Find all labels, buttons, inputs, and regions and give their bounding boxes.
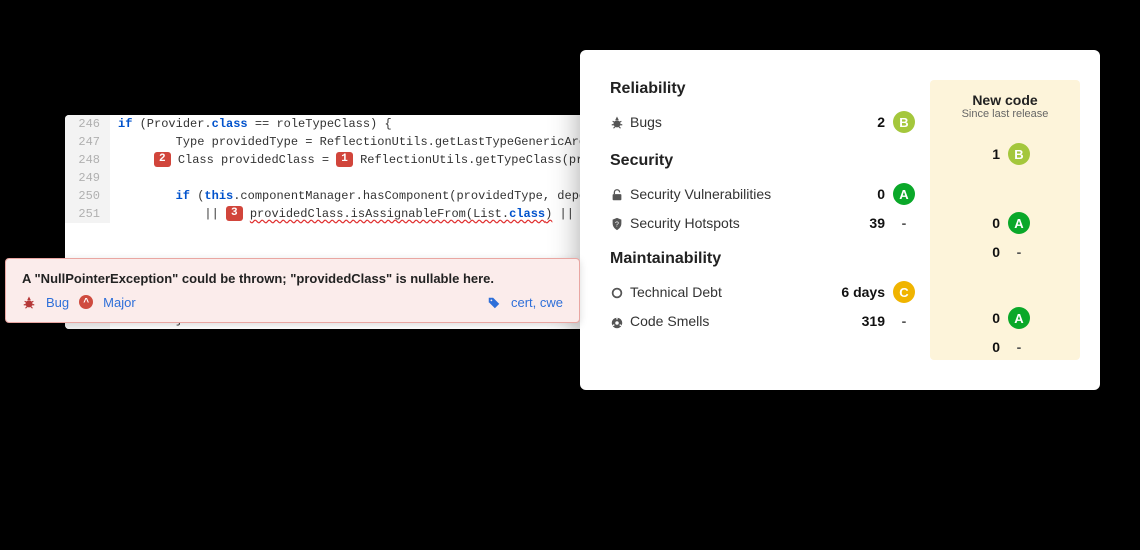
- line-number: 250: [65, 187, 110, 205]
- new-code-vulnerabilities[interactable]: 0 A: [930, 207, 1080, 239]
- issue-box[interactable]: A "NullPointerException" could be thrown…: [5, 258, 580, 323]
- grade-none: -: [893, 313, 915, 329]
- bug-icon: [610, 114, 630, 130]
- code-line-247: 247 Type providedType = ReflectionUtils.…: [65, 133, 585, 151]
- grade-badge: B: [893, 111, 915, 133]
- new-code-debt[interactable]: 0 A: [930, 302, 1080, 334]
- issue-location-badge[interactable]: 1: [336, 152, 353, 167]
- grade-none: -: [893, 215, 915, 231]
- issue-severity-link[interactable]: Major: [103, 295, 136, 310]
- metric-value: 319: [840, 313, 885, 329]
- section-security: Security: [610, 152, 915, 170]
- new-code-subtitle: Since last release: [930, 108, 1080, 120]
- grade-badge: C: [893, 281, 915, 303]
- grade-badge: A: [893, 183, 915, 205]
- section-reliability: Reliability: [610, 80, 915, 98]
- grade-badge: A: [1008, 307, 1030, 329]
- metric-label: Technical Debt: [630, 284, 840, 300]
- metric-value: 1: [980, 146, 1000, 162]
- section-maintainability: Maintainability: [610, 250, 915, 268]
- grade-badge: B: [1008, 143, 1030, 165]
- metrics-card: Reliability Bugs 2 B Security Security V…: [580, 50, 1100, 390]
- line-number: 247: [65, 133, 110, 151]
- code-line-248: 248 2 Class providedClass = 1 Reflection…: [65, 151, 585, 169]
- metric-technical-debt[interactable]: Technical Debt 6 days C: [610, 276, 915, 308]
- metric-value: 0: [980, 310, 1000, 326]
- metric-value: 2: [840, 114, 885, 130]
- grade-none: -: [1008, 244, 1030, 260]
- new-code-hotspots[interactable]: 0 -: [930, 239, 1080, 265]
- code-line-249: 249: [65, 169, 585, 187]
- code-line-251: 251 || 3 providedClass.isAssignableFrom(…: [65, 205, 585, 223]
- issue-type-link[interactable]: Bug: [46, 295, 69, 310]
- metric-label: Bugs: [630, 114, 840, 130]
- lock-open-icon: [610, 186, 630, 202]
- metric-value: 6 days: [840, 284, 885, 300]
- metric-vulnerabilities[interactable]: Security Vulnerabilities 0 A: [610, 178, 915, 210]
- svg-text:?: ?: [615, 222, 619, 229]
- line-number: 248: [65, 151, 110, 169]
- shield-icon: ?: [610, 215, 630, 231]
- metrics-overall: Reliability Bugs 2 B Security Security V…: [610, 80, 930, 360]
- line-number: 249: [65, 169, 110, 187]
- metric-value: 0: [980, 215, 1000, 231]
- line-number: 251: [65, 205, 110, 223]
- metrics-new-code: New code Since last release 1 B 0 A 0 - …: [930, 80, 1080, 360]
- issue-location-badge[interactable]: 2: [154, 152, 171, 167]
- code-line-246: 246 if (Provider.class == roleTypeClass)…: [65, 115, 585, 133]
- new-code-bugs[interactable]: 1 B: [930, 138, 1080, 170]
- line-number: 246: [65, 115, 110, 133]
- code-line-250: 250 if (this.componentManager.hasCompone…: [65, 187, 585, 205]
- metric-value: 0: [980, 339, 1000, 355]
- issue-tags-link[interactable]: cert, cwe: [511, 295, 563, 310]
- issue-message: A "NullPointerException" could be thrown…: [22, 271, 563, 286]
- issue-meta: Bug ^ Major cert, cwe: [22, 294, 563, 310]
- metric-hotspots[interactable]: ? Security Hotspots 39 -: [610, 210, 915, 236]
- issue-location-badge[interactable]: 3: [226, 206, 243, 221]
- code-smell-icon: [610, 313, 630, 329]
- metric-value: 0: [840, 186, 885, 202]
- new-code-smells[interactable]: 0 -: [930, 334, 1080, 360]
- metric-value: 39: [840, 215, 885, 231]
- debt-icon: [610, 284, 630, 300]
- tag-icon: [487, 294, 501, 310]
- metric-label: Security Vulnerabilities: [630, 186, 840, 202]
- metric-bugs[interactable]: Bugs 2 B: [610, 106, 915, 138]
- metric-label: Security Hotspots: [630, 215, 840, 231]
- metric-value: 0: [980, 244, 1000, 260]
- new-code-title: New code: [930, 92, 1080, 108]
- grade-none: -: [1008, 339, 1030, 355]
- grade-badge: A: [1008, 212, 1030, 234]
- severity-major-icon: ^: [79, 295, 93, 309]
- metric-label: Code Smells: [630, 313, 840, 329]
- metric-code-smells[interactable]: Code Smells 319 -: [610, 308, 915, 334]
- bug-icon: [22, 294, 36, 310]
